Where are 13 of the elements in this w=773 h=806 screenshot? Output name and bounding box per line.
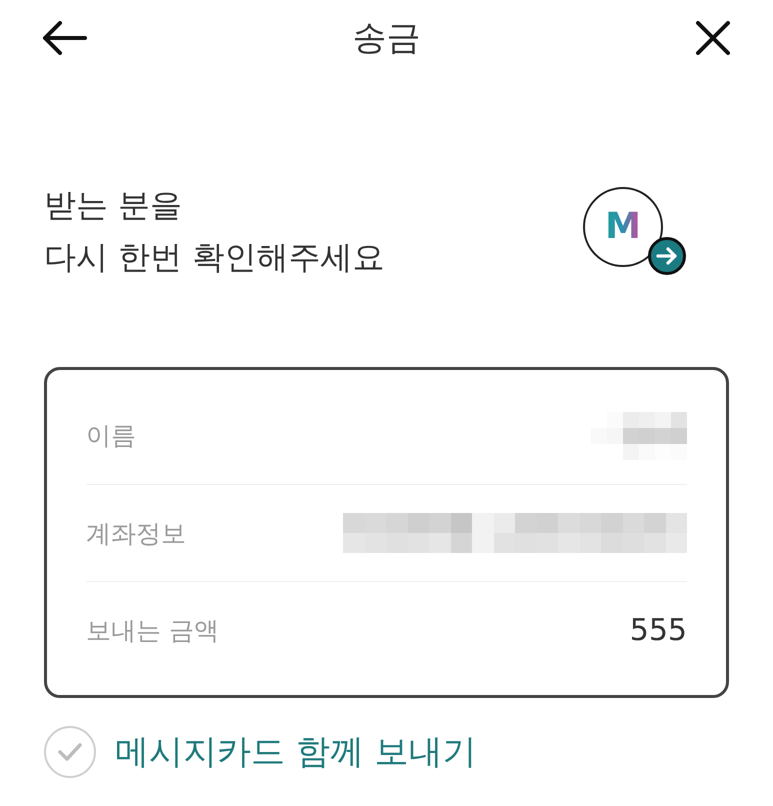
close-icon <box>696 21 730 55</box>
message-card-label[interactable]: 메시지카드 함께 보내기 <box>115 729 477 775</box>
detail-label: 이름 <box>86 420 136 452</box>
page-title: 송금 <box>352 18 420 58</box>
detail-label: 보내는 금액 <box>86 614 219 646</box>
close-button[interactable] <box>696 21 730 55</box>
confirm-recipient-heading: 받는 분을 다시 한번 확인해주세요 <box>44 185 384 278</box>
detail-label: 계좌정보 <box>86 518 186 550</box>
detail-value: 555 <box>630 612 687 648</box>
message-card-checkbox[interactable] <box>44 726 96 778</box>
check-icon <box>58 743 82 761</box>
back-arrow-icon <box>42 21 88 55</box>
back-button[interactable] <box>42 21 88 55</box>
